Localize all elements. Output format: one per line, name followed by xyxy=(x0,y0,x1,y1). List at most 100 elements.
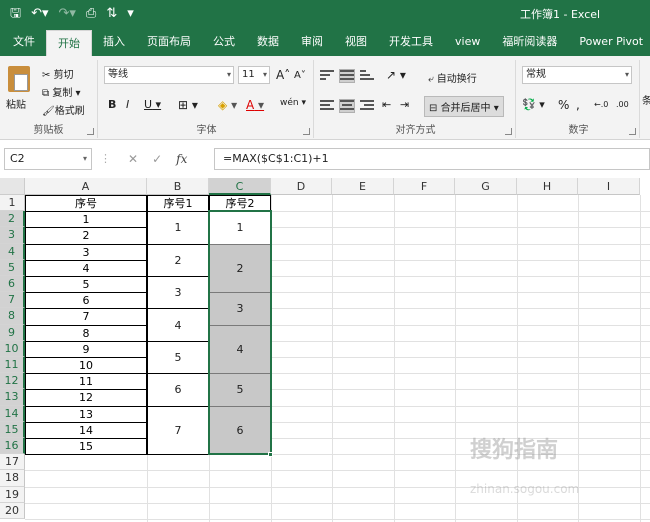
merged-cell-b[interactable]: 4 xyxy=(147,308,209,342)
align-top-icon[interactable] xyxy=(320,70,334,82)
number-format-select[interactable]: 常规 ▾ xyxy=(522,66,632,84)
undo-icon[interactable]: ↶▾ xyxy=(31,4,48,24)
merged-cell-b[interactable]: 7 xyxy=(147,405,209,456)
row-header-16[interactable]: 16 xyxy=(0,438,25,455)
align-middle-icon[interactable] xyxy=(339,69,355,83)
increase-decimal-button[interactable]: ←.0 xyxy=(594,100,608,109)
row-header-15[interactable]: 15 xyxy=(0,421,25,438)
fill-handle[interactable] xyxy=(268,452,273,458)
tab-review[interactable]: 审阅 xyxy=(290,28,334,56)
cell-a[interactable]: 8 xyxy=(25,324,147,342)
percent-button[interactable]: % xyxy=(558,98,569,112)
row-header-5[interactable]: 5 xyxy=(0,259,25,276)
tab-page-layout[interactable]: 页面布局 xyxy=(136,28,202,56)
column-header-h[interactable]: H xyxy=(517,178,578,195)
wrap-text-button[interactable]: ⤶ 自动换行 xyxy=(428,70,477,85)
name-box[interactable]: C2 ▾ xyxy=(4,148,92,170)
cell-a[interactable]: 11 xyxy=(25,373,147,391)
enter-icon[interactable]: ✓ xyxy=(152,152,162,166)
tab-formulas[interactable]: 公式 xyxy=(202,28,246,56)
column-header-d[interactable]: D xyxy=(271,178,332,195)
merged-cell-b[interactable]: 1 xyxy=(147,211,209,245)
formula-input[interactable]: =MAX($C$1:C1)+1 xyxy=(214,148,650,170)
tab-power-pivot[interactable]: Power Pivot xyxy=(568,28,650,56)
row-header-18[interactable]: 18 xyxy=(0,470,25,487)
clipboard-launcher-icon[interactable] xyxy=(87,128,94,135)
font-launcher-icon[interactable] xyxy=(303,128,310,135)
row-header-2[interactable]: 2 xyxy=(0,211,25,228)
phonetic-button[interactable]: wén ▾ xyxy=(280,98,306,108)
merged-cell-c[interactable]: 6 xyxy=(209,405,271,456)
align-center-icon[interactable] xyxy=(339,99,355,113)
orientation-button[interactable]: ↗ ▾ xyxy=(386,68,406,82)
column-header-a[interactable]: A xyxy=(25,178,147,195)
print-preview-icon[interactable]: ⎙ xyxy=(86,4,96,24)
column-header-c[interactable]: C xyxy=(209,178,271,195)
row-header-14[interactable]: 14 xyxy=(0,405,25,422)
tab-file[interactable]: 文件 xyxy=(2,28,46,56)
shrink-font-button[interactable]: A˅ xyxy=(294,70,306,81)
row-header-7[interactable]: 7 xyxy=(0,292,25,309)
merged-cell-b[interactable]: 3 xyxy=(147,276,209,310)
merged-cell-c[interactable]: 1 xyxy=(209,211,271,245)
underline-button[interactable]: U ▾ xyxy=(144,98,161,111)
cut-button[interactable]: ✂ 剪切 xyxy=(42,66,74,81)
tab-view-cn[interactable]: 视图 xyxy=(334,28,378,56)
tab-home[interactable]: 开始 xyxy=(46,30,92,56)
sort-icon[interactable]: ⇅ xyxy=(106,4,117,24)
worksheet-grid[interactable]: ABCDEFGHI 1 2 3 4 5 6 7 8 9 10 11 12 13 14 15 16 17 18 19 2… xyxy=(0,178,650,522)
merged-cell-c[interactable]: 3 xyxy=(209,292,271,326)
align-right-icon[interactable] xyxy=(360,100,374,112)
row-header-10[interactable]: 10 xyxy=(0,340,25,357)
tab-insert[interactable]: 插入 xyxy=(92,28,136,56)
paste-icon[interactable] xyxy=(8,66,30,92)
merge-center-button[interactable]: ⊟ 合并后居中 ▾ xyxy=(424,96,504,117)
header-cell-c[interactable]: 序号2 xyxy=(209,195,271,213)
select-all-corner[interactable] xyxy=(0,178,25,195)
header-cell-b[interactable]: 序号1 xyxy=(147,195,209,213)
cell-a[interactable]: 3 xyxy=(25,243,147,261)
merged-cell-c[interactable]: 4 xyxy=(209,324,271,375)
customize-icon[interactable]: ▾ xyxy=(127,4,134,24)
accounting-button[interactable]: 💱 ▾ xyxy=(522,98,545,111)
row-header-12[interactable]: 12 xyxy=(0,373,25,390)
row-header-11[interactable]: 11 xyxy=(0,357,25,374)
tab-data[interactable]: 数据 xyxy=(246,28,290,56)
column-header-f[interactable]: F xyxy=(394,178,455,195)
cell-a[interactable]: 14 xyxy=(25,421,147,439)
tab-foxit[interactable]: 福昕阅读器 xyxy=(491,28,568,56)
cell-a[interactable]: 5 xyxy=(25,276,147,294)
row-header-19[interactable]: 19 xyxy=(0,486,25,503)
paste-button[interactable]: 粘贴 xyxy=(6,96,26,111)
grow-font-button[interactable]: A˄ xyxy=(276,68,290,82)
save-icon[interactable]: 🖫 xyxy=(10,4,21,24)
row-header-17[interactable]: 17 xyxy=(0,454,25,471)
merged-cell-b[interactable]: 6 xyxy=(147,373,209,407)
cell-a[interactable]: 10 xyxy=(25,357,147,375)
row-header-9[interactable]: 9 xyxy=(0,324,25,341)
decrease-decimal-button[interactable]: .00 xyxy=(616,100,629,109)
cell-a[interactable]: 12 xyxy=(25,389,147,407)
bold-button[interactable]: B xyxy=(108,98,116,111)
font-name-select[interactable]: 等线 ▾ xyxy=(104,66,234,84)
tab-view[interactable]: view xyxy=(444,28,491,56)
copy-button[interactable]: ⧉ 复制 ▾ xyxy=(42,84,81,99)
number-launcher-icon[interactable] xyxy=(629,128,636,135)
cell-a[interactable]: 6 xyxy=(25,292,147,310)
conditional-format-button[interactable]: 条 xyxy=(642,92,650,107)
cell-a[interactable]: 7 xyxy=(25,308,147,326)
format-painter-button[interactable]: 🖌格式刷 xyxy=(42,102,85,117)
row-header-13[interactable]: 13 xyxy=(0,389,25,406)
italic-button[interactable]: I xyxy=(126,98,129,111)
comma-button[interactable]: , xyxy=(576,98,580,112)
decrease-indent-button[interactable]: ⇤ xyxy=(382,98,391,111)
increase-indent-button[interactable]: ⇥ xyxy=(400,98,409,111)
row-header-3[interactable]: 3 xyxy=(0,227,25,244)
cell-a[interactable]: 4 xyxy=(25,259,147,277)
redo-icon[interactable]: ↷▾ xyxy=(59,4,76,24)
header-cell-a[interactable]: 序号 xyxy=(25,195,147,213)
cancel-icon[interactable]: ✕ xyxy=(128,152,138,166)
font-color-button[interactable]: A ▾ xyxy=(246,98,264,112)
merged-cell-b[interactable]: 2 xyxy=(147,243,209,277)
alignment-launcher-icon[interactable] xyxy=(505,128,512,135)
